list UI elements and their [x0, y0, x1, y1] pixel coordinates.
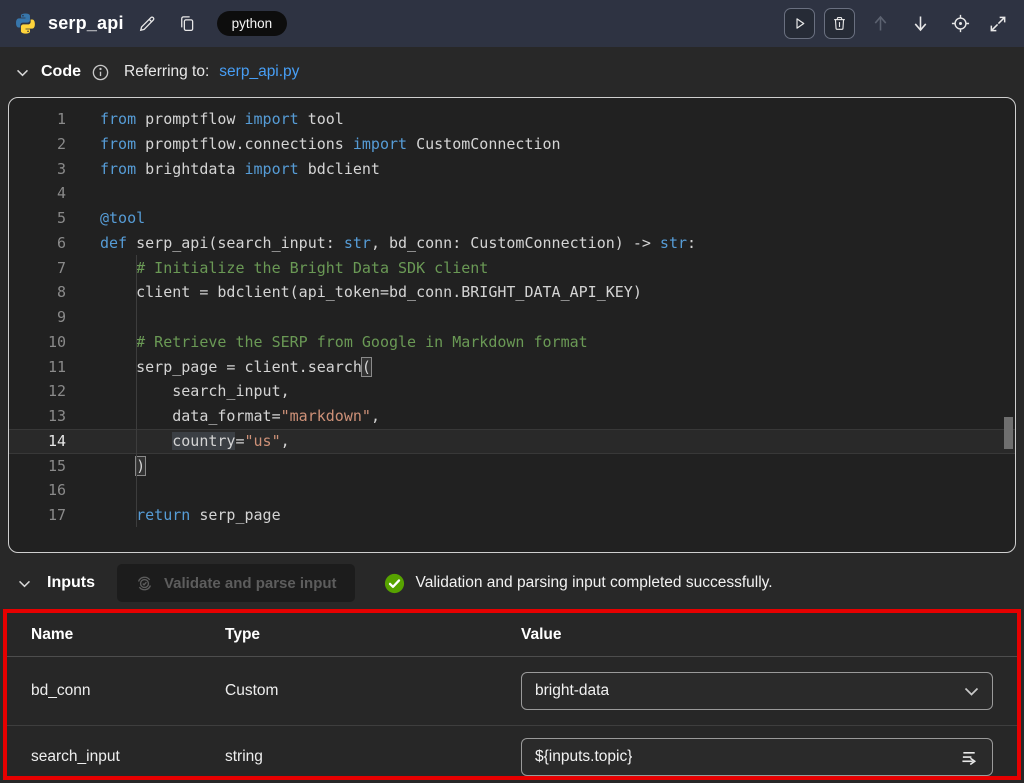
column-header-type: Type — [225, 626, 521, 644]
inputs-collapse-chevron[interactable] — [16, 575, 33, 592]
language-badge: python — [217, 11, 288, 36]
delete-node-button[interactable] — [824, 8, 855, 39]
code-line[interactable]: 7 # Initialize the Bright Data SDK clien… — [9, 256, 1015, 281]
validate-parse-button[interactable]: Validate and parse input — [117, 564, 355, 602]
chevron-down-icon — [964, 687, 979, 696]
play-icon — [791, 15, 808, 32]
node-header: serp_api python — [0, 0, 1024, 47]
copy-button[interactable] — [176, 13, 198, 35]
inputs-table-header: Name Type Value — [7, 613, 1017, 657]
column-header-value: Value — [521, 626, 993, 644]
code-line[interactable]: 10 # Retrieve the SERP from Google in Ma… — [9, 330, 1015, 355]
indent-guide — [136, 255, 137, 527]
run-node-button[interactable] — [784, 8, 815, 39]
input-type: string — [225, 748, 521, 766]
table-row: bd_conn Custom bright-data — [7, 657, 1017, 726]
arrow-up-icon — [870, 13, 891, 34]
value-text-input[interactable]: ${inputs.topic} — [521, 738, 993, 776]
inputs-section-label: Inputs — [47, 574, 95, 592]
success-check-icon — [383, 572, 406, 595]
code-line[interactable]: 17 return serp_page — [9, 503, 1015, 528]
move-down-button[interactable] — [908, 11, 933, 36]
code-line[interactable]: 4 — [9, 181, 1015, 206]
validation-status: Validation and parsing input completed s… — [383, 572, 773, 595]
code-line[interactable]: 11 serp_page = client.search( — [9, 355, 1015, 380]
code-line[interactable]: 5@tool — [9, 206, 1015, 231]
inputs-section-header: Inputs Validate and parse input Validati… — [0, 561, 1024, 605]
node-title: serp_api — [48, 13, 124, 34]
expand-button[interactable] — [986, 12, 1010, 36]
input-name: search_input — [31, 748, 225, 766]
editor-scrollbar-thumb[interactable] — [1004, 417, 1013, 449]
referring-label: Referring to: — [124, 63, 209, 81]
chevron-down-icon — [14, 64, 31, 81]
code-lines: 1from promptflow import tool2from prompt… — [9, 107, 1015, 528]
expand-icon — [988, 14, 1008, 34]
code-line[interactable]: 1from promptflow import tool — [9, 107, 1015, 132]
input-name: bd_conn — [31, 682, 225, 700]
code-line[interactable]: 16 — [9, 478, 1015, 503]
table-row: search_input string ${inputs.topic} — [7, 726, 1017, 780]
code-editor[interactable]: 1from promptflow import tool2from prompt… — [8, 97, 1016, 553]
code-line[interactable]: 14 country="us", — [9, 429, 1015, 454]
code-section-header: Code Referring to: serp_api.py — [0, 47, 1024, 97]
info-icon — [91, 63, 110, 82]
python-icon — [14, 12, 37, 35]
pencil-icon — [137, 14, 157, 34]
input-type: Custom — [225, 682, 521, 700]
validate-icon — [135, 574, 154, 593]
code-collapse-chevron[interactable] — [14, 64, 31, 81]
validate-button-label: Validate and parse input — [164, 575, 337, 592]
locate-in-graph-button[interactable] — [948, 11, 973, 36]
code-line[interactable]: 9 — [9, 305, 1015, 330]
dropdown-selected-value: bright-data — [535, 682, 609, 700]
code-line[interactable]: 3from brightdata import bdclient — [9, 157, 1015, 182]
inputs-table: Name Type Value bd_conn Custom bright-da… — [3, 609, 1021, 780]
copy-icon — [178, 15, 196, 33]
code-line[interactable]: 12 search_input, — [9, 379, 1015, 404]
arrow-down-icon — [910, 13, 931, 34]
validation-status-text: Validation and parsing input completed s… — [416, 574, 773, 592]
connection-dropdown[interactable]: bright-data — [521, 672, 993, 710]
code-line[interactable]: 6def serp_api(search_input: str, bd_conn… — [9, 231, 1015, 256]
multiline-edit-icon — [960, 749, 979, 766]
code-line[interactable]: 13 data_format="markdown", — [9, 404, 1015, 429]
code-file-link[interactable]: serp_api.py — [219, 63, 299, 81]
edit-title-button[interactable] — [135, 12, 159, 36]
chevron-down-icon — [16, 575, 33, 592]
input-value: ${inputs.topic} — [535, 748, 632, 766]
code-line[interactable]: 15 ) — [9, 454, 1015, 479]
move-up-button[interactable] — [868, 11, 893, 36]
column-header-name: Name — [31, 626, 225, 644]
code-line[interactable]: 2from promptflow.connections import Cust… — [9, 132, 1015, 157]
locate-icon — [950, 13, 971, 34]
trash-icon — [831, 15, 848, 32]
code-line[interactable]: 8 client = bdclient(api_token=bd_conn.BR… — [9, 280, 1015, 305]
code-section-label: Code — [41, 63, 81, 81]
code-info-icon[interactable] — [91, 63, 110, 82]
